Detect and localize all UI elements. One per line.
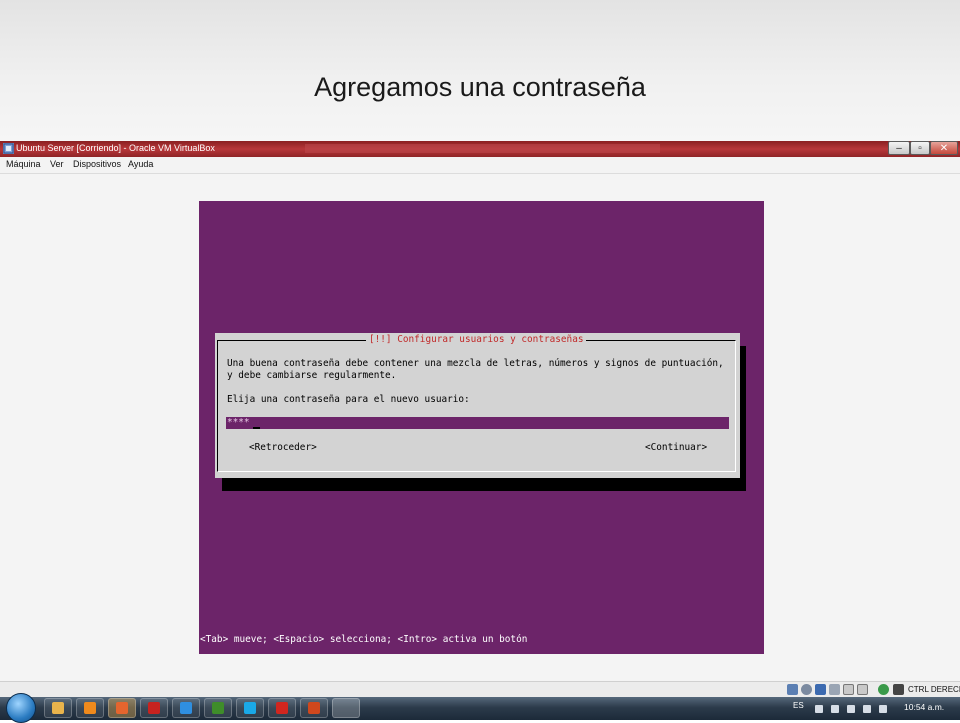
close-button[interactable]: ✕ xyxy=(930,141,958,155)
taskbar-app-5[interactable] xyxy=(204,698,232,718)
maximize-button[interactable]: ▫ xyxy=(910,141,930,155)
firefox-icon xyxy=(116,702,128,714)
minimize-button[interactable]: – xyxy=(888,141,910,155)
shared-folders-icon[interactable] xyxy=(829,684,840,695)
window-titlebar[interactable]: Ubuntu Server [Corriendo] - Oracle VM Vi… xyxy=(0,141,960,157)
display-icon[interactable] xyxy=(843,684,854,695)
signal-icon[interactable] xyxy=(863,705,871,713)
virtualbox-icon xyxy=(340,702,352,714)
action-center-icon[interactable] xyxy=(831,705,839,713)
password-value: **** xyxy=(227,417,250,428)
powerpoint-icon xyxy=(308,702,320,714)
password-prompt: Elija una contraseña para el nuevo usuar… xyxy=(227,394,470,405)
taskbar-app-9[interactable] xyxy=(332,698,360,718)
menu-ver[interactable]: Ver xyxy=(50,159,64,169)
taskbar-app-7[interactable] xyxy=(268,698,296,718)
taskbar-app-0[interactable] xyxy=(44,698,72,718)
skype-icon xyxy=(244,702,256,714)
dreamweaver-icon xyxy=(212,702,224,714)
dialog-description-line-1: Una buena contraseña debe contener una m… xyxy=(227,358,724,369)
text-cursor xyxy=(253,427,260,429)
installer-help-line: <Tab> mueve; <Espacio> selecciona; <Intr… xyxy=(200,634,528,645)
taskbar: ES 10:54 a.m. xyxy=(0,693,960,723)
show-hidden-icons-icon[interactable] xyxy=(815,705,823,713)
taskbar-app-1[interactable] xyxy=(76,698,104,718)
menu-ayuda[interactable]: Ayuda xyxy=(128,159,153,169)
start-button[interactable] xyxy=(6,693,36,723)
dialog-title: [!!] Configurar usuarios y contraseñas xyxy=(366,334,587,345)
network-icon[interactable] xyxy=(878,684,889,695)
taskbar-app-3[interactable] xyxy=(140,698,168,718)
optical-drive-icon[interactable] xyxy=(801,684,812,695)
usb-icon[interactable] xyxy=(815,684,826,695)
guest-screen[interactable]: [!!] Configurar usuarios y contraseñas U… xyxy=(199,201,764,654)
file-explorer-icon xyxy=(52,702,64,714)
volume-icon[interactable] xyxy=(879,705,887,713)
battery-icon[interactable] xyxy=(847,705,855,713)
password-input[interactable]: **** xyxy=(226,417,729,429)
vm-status-bar: CTRL DERECHA xyxy=(0,681,960,698)
flash-icon xyxy=(148,702,160,714)
acrobat-icon xyxy=(276,702,288,714)
slide-header: Agregamos una contraseña xyxy=(0,0,960,142)
window-title: Ubuntu Server [Corriendo] - Oracle VM Vi… xyxy=(16,143,215,153)
taskbar-app-8[interactable] xyxy=(300,698,328,718)
installer-dialog: [!!] Configurar usuarios y contraseñas U… xyxy=(215,333,740,478)
hard-disk-icon[interactable] xyxy=(787,684,798,695)
taskbar-app-4[interactable] xyxy=(172,698,200,718)
virtualbox-icon xyxy=(3,143,14,154)
internet-explorer-icon xyxy=(180,702,192,714)
video-capture-icon[interactable] xyxy=(857,684,868,695)
mouse-integration-icon[interactable] xyxy=(893,684,904,695)
menu-dispositivos[interactable]: Dispositivos xyxy=(73,159,121,169)
media-player-icon xyxy=(84,702,96,714)
host-key-label: CTRL DERECHA xyxy=(908,685,960,694)
taskbar-app-2[interactable] xyxy=(108,698,136,718)
slide-title: Agregamos una contraseña xyxy=(314,72,646,102)
blurred-title-region xyxy=(305,144,660,153)
language-indicator[interactable]: ES xyxy=(793,701,804,710)
menu-bar: Máquina Ver Dispositivos Ayuda xyxy=(0,157,960,174)
menu-maquina[interactable]: Máquina xyxy=(6,159,41,169)
continue-button[interactable]: <Continuar> xyxy=(645,442,707,453)
dialog-description-line-2: y debe cambiarse regularmente. xyxy=(227,370,397,381)
back-button[interactable]: <Retroceder> xyxy=(249,442,317,453)
clock[interactable]: 10:54 a.m. xyxy=(904,702,944,712)
taskbar-app-6[interactable] xyxy=(236,698,264,718)
